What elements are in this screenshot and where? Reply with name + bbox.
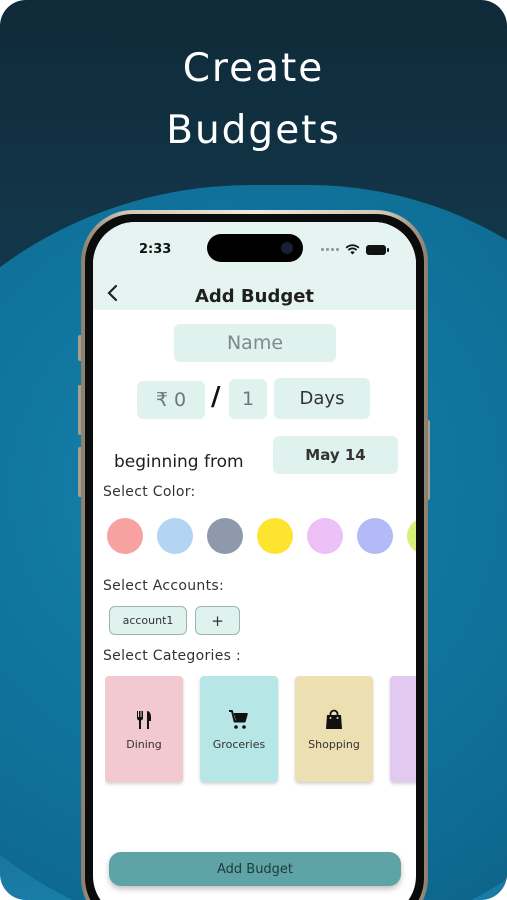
beginning-label: beginning from [114,452,244,472]
amount-input[interactable]: ₹ 0 [137,381,205,419]
fork-knife-icon [137,710,151,729]
category-card-shopping[interactable]: Shopping [295,676,373,782]
color-swatch[interactable] [307,518,343,554]
color-swatch[interactable] [157,518,193,554]
phone-bezel: 2:33 Add Budget Name ₹ 0 / 1 Days beginn… [85,214,424,900]
app-header: 2:33 Add Budget [93,222,416,310]
start-date-picker[interactable]: May 14 [273,436,398,474]
category-label: Dining [126,737,162,751]
dynamic-island [207,234,303,262]
add-account-button[interactable]: + [195,606,240,635]
headline-line-2: Budgets [166,108,341,153]
category-label: Shopping [308,737,360,751]
camera-icon [281,242,293,254]
category-card-dining[interactable]: Dining [105,676,183,782]
category-card-partial[interactable] [390,676,416,782]
account-chip[interactable]: account1 [109,606,187,635]
status-time: 2:33 [139,242,172,257]
phone-frame: 2:33 Add Budget Name ₹ 0 / 1 Days beginn… [81,210,428,900]
add-budget-button[interactable]: Add Budget [109,852,401,886]
category-card-groceries[interactable]: Groceries [200,676,278,782]
color-swatch[interactable] [207,518,243,554]
wifi-icon [345,244,360,255]
headline-line-1: Create [182,46,325,91]
signal-icon [321,248,339,251]
app-screen: 2:33 Add Budget Name ₹ 0 / 1 Days beginn… [93,222,416,900]
color-swatch[interactable] [257,518,293,554]
period-unit-select[interactable]: Days [274,378,370,419]
status-icons [321,244,389,255]
name-input[interactable]: Name [174,324,336,362]
category-list: Dining Groceries Shopping [105,676,416,788]
color-swatch[interactable] [107,518,143,554]
select-categories-label: Select Categories : [103,648,241,664]
cart-icon [229,709,248,729]
color-swatch[interactable] [407,518,416,554]
shopping-bag-icon [326,709,342,729]
period-separator: / [211,382,221,412]
category-label: Groceries [212,737,266,751]
promo-headline: Create Budgets [0,38,507,162]
period-count-input[interactable]: 1 [229,379,267,419]
page-title: Add Budget [194,286,315,307]
select-color-label: Select Color: [103,484,196,500]
color-swatch-list [107,518,416,558]
select-accounts-label: Select Accounts: [103,578,224,594]
battery-icon [366,244,389,255]
color-swatch[interactable] [357,518,393,554]
